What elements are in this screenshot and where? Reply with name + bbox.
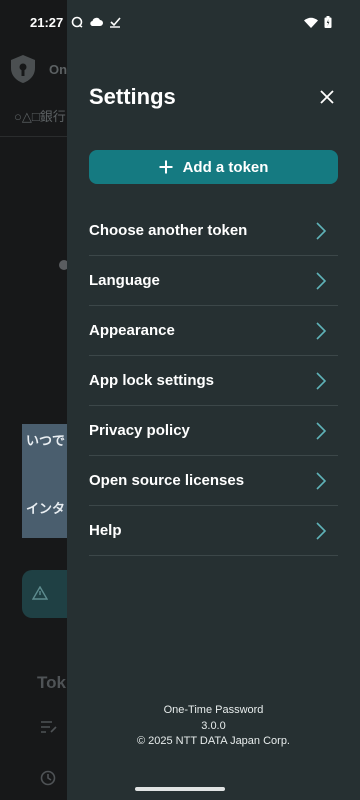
background-header-text: On xyxy=(49,62,68,77)
menu-item-open-source-licenses[interactable]: Open source licenses xyxy=(89,456,338,506)
menu-item-label: Language xyxy=(89,272,160,289)
menu-item-label: Open source licenses xyxy=(89,472,245,489)
background-card-line1: いつで xyxy=(26,433,66,448)
menu-item-label: Help xyxy=(89,522,122,539)
status-time: 21:27 xyxy=(30,14,64,30)
background-section-text: Tok xyxy=(37,673,66,692)
home-indicator[interactable] xyxy=(135,787,225,791)
menu-item-label: Privacy policy xyxy=(89,422,190,439)
app-name: One-Time Password xyxy=(163,704,264,716)
add-token-button[interactable]: Add a token xyxy=(89,150,338,184)
chevron-right-icon xyxy=(316,371,327,390)
status-bar: 21:27 xyxy=(0,0,360,44)
chevron-right-icon xyxy=(316,471,327,490)
menu-item-choose-another-token[interactable]: Choose another token xyxy=(89,206,338,256)
background-account-text: ○△□銀行 xyxy=(14,109,66,124)
chat-icon xyxy=(71,16,83,28)
app-version: 3.0.0 xyxy=(201,719,226,732)
background-divider xyxy=(0,136,67,137)
edit-list-icon xyxy=(41,721,57,733)
copyright: © 2025 NTT DATA Japan Corp. xyxy=(136,735,290,747)
warning-icon xyxy=(32,586,48,600)
chevron-right-icon xyxy=(316,421,327,440)
battery-icon xyxy=(324,16,332,28)
background-card-line2: インタ xyxy=(26,501,66,516)
add-token-label: Add a token xyxy=(182,158,269,176)
check-icon xyxy=(110,17,121,28)
menu-item-label: App lock settings xyxy=(89,372,215,389)
plus-icon xyxy=(159,160,173,174)
wifi-icon xyxy=(304,17,318,28)
menu-item-label: Choose another token xyxy=(89,222,248,239)
settings-title: Settings xyxy=(89,84,176,109)
cloud-icon xyxy=(90,17,104,26)
menu-item-privacy-policy[interactable]: Privacy policy xyxy=(89,406,338,456)
chevron-right-icon xyxy=(316,221,327,240)
settings-drawer: Settings Add a token Choose another toke… xyxy=(67,0,360,800)
menu-item-app-lock-settings[interactable]: App lock settings xyxy=(89,356,338,406)
app-info-footer: One-Time Password 3.0.0 © 2025 NTT DATA … xyxy=(67,703,360,750)
chevron-right-icon xyxy=(316,521,327,540)
settings-menu: Choose another token Language Appearance… xyxy=(89,206,338,556)
chevron-right-icon xyxy=(316,321,327,340)
chevron-right-icon xyxy=(316,271,327,290)
menu-item-appearance[interactable]: Appearance xyxy=(89,306,338,356)
menu-item-label: Appearance xyxy=(89,322,175,339)
shield-icon xyxy=(11,55,35,83)
menu-item-help[interactable]: Help xyxy=(89,506,338,556)
close-icon[interactable] xyxy=(316,86,338,108)
history-icon xyxy=(40,770,56,786)
menu-item-language[interactable]: Language xyxy=(89,256,338,306)
